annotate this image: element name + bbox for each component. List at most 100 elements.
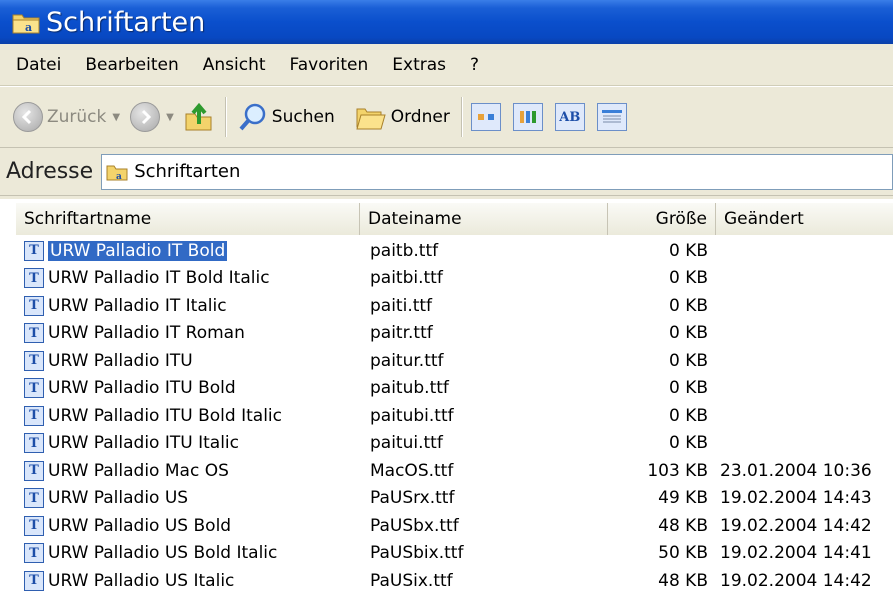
- forward-arrow-icon: [130, 102, 161, 132]
- address-field[interactable]: a Schriftarten: [101, 153, 893, 190]
- font-name-text: URW Palladio ITU: [48, 350, 193, 371]
- menu-datei[interactable]: Datei: [12, 53, 65, 77]
- view-details-icon[interactable]: [596, 103, 627, 131]
- table-row[interactable]: T URW Palladio IT Bold Italic paitbi.ttf 0 …: [16, 265, 893, 293]
- cell-size: 48 KB: [658, 515, 708, 536]
- cell-filename: PaUSbix.ttf: [370, 543, 464, 564]
- folder-icon: a: [12, 14, 40, 34]
- cell-size: 49 KB: [658, 488, 708, 509]
- font-name-text: URW Palladio US: [48, 488, 189, 509]
- truetype-font-icon: T: [24, 268, 44, 289]
- column-header-filename[interactable]: Dateiname: [360, 203, 608, 235]
- view-thumbnails-icon[interactable]: [470, 103, 501, 131]
- view-tiles-icon[interactable]: [512, 103, 543, 131]
- truetype-font-icon: T: [24, 323, 44, 344]
- up-button[interactable]: [181, 100, 217, 134]
- forward-dropdown-icon[interactable]: ▼: [166, 112, 174, 123]
- folders-icon: [356, 108, 386, 130]
- cell-size: 0 KB: [668, 405, 708, 426]
- table-row[interactable]: T URW Palladio US PaUSrx.ttf 49 KB 19.02.200…: [16, 485, 893, 513]
- cell-modified: 19.02.2004 14:43: [720, 488, 872, 509]
- cell-filename: paitbi.ttf: [370, 268, 443, 289]
- truetype-font-icon: T: [24, 570, 44, 591]
- cell-font-name: T URW Palladio Mac OS: [16, 460, 360, 481]
- truetype-font-icon: T: [24, 433, 44, 454]
- truetype-font-icon: T: [24, 240, 44, 261]
- cell-font-name: T URW Palladio ITU: [16, 350, 360, 371]
- table-row[interactable]: T URW Palladio US Bold PaUSbx.ttf 48 KB 19.0…: [16, 512, 893, 540]
- back-label: Zurück: [47, 107, 107, 127]
- table-row[interactable]: T URW Palladio IT Italic paiti.ttf 0 KB: [16, 292, 893, 320]
- cell-size: 0 KB: [668, 323, 708, 344]
- cell-modified: 19.02.2004 14:42: [720, 570, 872, 591]
- cell-filename: MacOS.ttf: [370, 460, 454, 481]
- cell-font-name: T URW Palladio US Italic: [16, 570, 360, 591]
- cell-modified: 19.02.2004 14:42: [720, 515, 872, 536]
- list-header: Schriftartname Dateiname Größe Geändert: [16, 203, 893, 235]
- font-name-text: URW Palladio IT Bold: [48, 240, 228, 261]
- list-rows: T URW Palladio IT Bold paitb.ttf 0 KB T URW P…: [16, 237, 893, 595]
- folders-button[interactable]: Ordner: [352, 101, 453, 133]
- file-list[interactable]: Schriftartname Dateiname Größe Geändert …: [0, 196, 893, 614]
- cell-size: 50 KB: [658, 543, 708, 564]
- menu-bearbeiten[interactable]: Bearbeiten: [81, 53, 182, 77]
- cell-font-name: T URW Palladio ITU Italic: [16, 433, 360, 454]
- font-name-text: URW Palladio ITU Italic: [48, 433, 240, 454]
- truetype-font-icon: T: [24, 460, 44, 481]
- font-name-text: URW Palladio IT Italic: [48, 295, 227, 316]
- cell-filename: paitubi.ttf: [370, 405, 454, 426]
- back-button[interactable]: Zurück ▼: [10, 100, 127, 134]
- truetype-font-icon: T: [24, 543, 44, 564]
- table-row[interactable]: T URW Palladio US Italic PaUSix.ttf 48 KB 19…: [16, 567, 893, 595]
- cell-modified: 23.01.2004 10:36: [720, 460, 872, 481]
- cell-size: 0 KB: [668, 433, 708, 454]
- title-bar[interactable]: a Schriftarten: [0, 0, 893, 44]
- font-name-text: URW Palladio ITU Bold Italic: [48, 405, 282, 426]
- menu-ansicht[interactable]: Ansicht: [199, 53, 270, 77]
- cell-font-name: T URW Palladio US Bold: [16, 515, 360, 536]
- truetype-font-icon: T: [24, 350, 44, 371]
- menu-bar: Datei Bearbeiten Ansicht Favoriten Extra…: [0, 44, 893, 86]
- toolbar: Zurück ▼ ▼ Suchen Ordner AB: [0, 86, 893, 148]
- cell-font-name: T URW Palladio IT Bold: [16, 240, 360, 261]
- truetype-font-icon: T: [24, 405, 44, 426]
- table-row[interactable]: T URW Palladio IT Roman paitr.ttf 0 KB: [16, 320, 893, 348]
- cell-font-name: T URW Palladio ITU Bold: [16, 378, 360, 399]
- table-row[interactable]: T URW Palladio ITU Bold Italic paitubi.ttf…: [16, 402, 893, 430]
- cell-size: 0 KB: [668, 350, 708, 371]
- cell-size: 103 KB: [647, 460, 708, 481]
- table-row[interactable]: T URW Palladio Mac OS MacOS.ttf 103 KB 23.01…: [16, 457, 893, 485]
- font-name-text: URW Palladio US Bold Italic: [48, 543, 278, 564]
- cell-filename: paitub.ttf: [370, 378, 449, 399]
- back-dropdown-icon[interactable]: ▼: [112, 112, 120, 123]
- column-header-name[interactable]: Schriftartname: [16, 203, 360, 235]
- search-label: Suchen: [271, 107, 335, 127]
- cell-font-name: T URW Palladio US: [16, 488, 360, 509]
- table-row[interactable]: T URW Palladio US Bold Italic PaUSbix.ttf 5…: [16, 540, 893, 568]
- forward-button[interactable]: ▼: [127, 100, 181, 134]
- table-row[interactable]: T URW Palladio ITU paitur.ttf 0 KB: [16, 347, 893, 375]
- menu-help[interactable]: ?: [466, 53, 483, 77]
- search-button[interactable]: Suchen: [235, 100, 338, 134]
- cell-size: 48 KB: [658, 570, 708, 591]
- cell-modified: 19.02.2004 14:41: [720, 543, 872, 564]
- toolbar-separator: [460, 97, 463, 137]
- truetype-font-icon: T: [24, 295, 44, 316]
- window-title: Schriftarten: [46, 6, 206, 38]
- fonts-folder-icon: a: [106, 165, 128, 181]
- column-header-size[interactable]: Größe: [608, 203, 716, 235]
- menu-favoriten[interactable]: Favoriten: [286, 53, 373, 77]
- cell-filename: paiti.ttf: [370, 295, 433, 316]
- table-row[interactable]: T URW Palladio ITU Bold paitub.ttf 0 KB: [16, 375, 893, 403]
- address-bar: Adresse a Schriftarten: [0, 148, 893, 196]
- search-icon: [239, 103, 266, 131]
- cell-filename: paitr.ttf: [370, 323, 433, 344]
- table-row[interactable]: T URW Palladio IT Bold paitb.ttf 0 KB: [16, 237, 893, 265]
- font-name-text: URW Palladio IT Bold Italic: [48, 268, 270, 289]
- menu-extras[interactable]: Extras: [388, 53, 450, 77]
- back-arrow-icon: [13, 102, 43, 132]
- column-header-modified[interactable]: Geändert: [716, 203, 893, 235]
- toolbar-separator: [224, 97, 227, 137]
- view-ab-icon[interactable]: AB: [554, 103, 585, 131]
- table-row[interactable]: T URW Palladio ITU Italic paitui.ttf 0 KB: [16, 430, 893, 458]
